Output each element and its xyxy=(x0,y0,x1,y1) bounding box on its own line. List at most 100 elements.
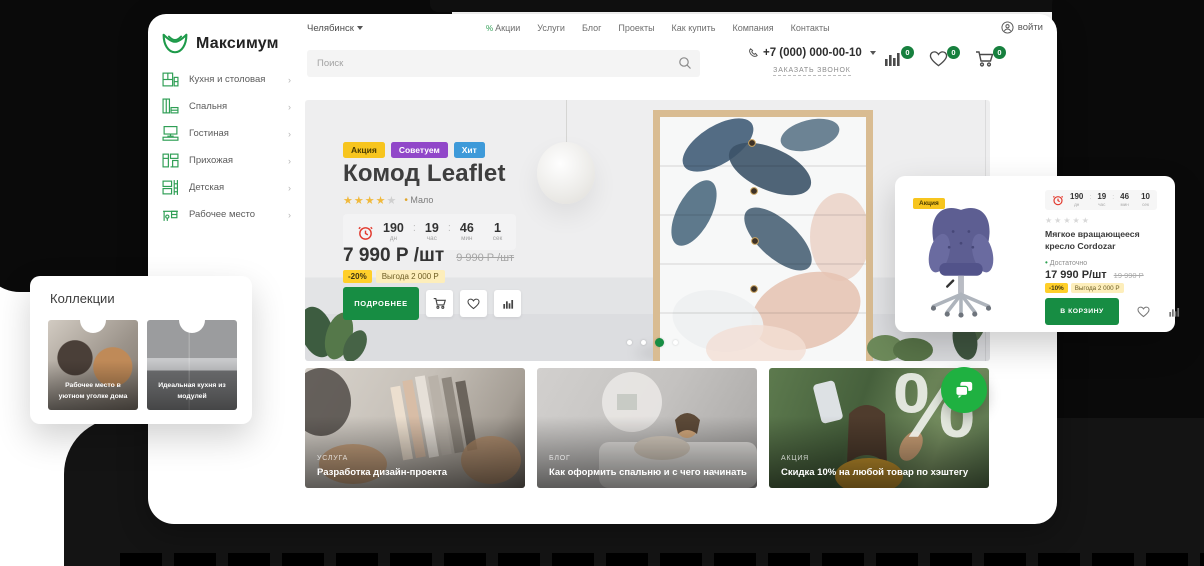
hero-slider: Акция Советуем Хит Комод Leaflet ★★★★★ •… xyxy=(305,100,990,361)
cart-count-badge: 0 xyxy=(993,46,1006,59)
product-popup-card[interactable]: Акция 190дн : 19час : 46мин xyxy=(895,176,1175,332)
nav-item-contacts[interactable]: Контакты xyxy=(791,23,830,33)
header-actions: 0 0 0 xyxy=(883,50,997,72)
favorite-button[interactable] xyxy=(460,290,487,317)
nav-item-company[interactable]: Компания xyxy=(732,23,773,33)
background-blob xyxy=(430,0,1080,12)
discount-chip: -20% xyxy=(343,270,372,283)
discount-chip: -10% xyxy=(1045,283,1068,293)
search-icon[interactable] xyxy=(678,56,692,70)
current-price: 17 990 Р/шт xyxy=(1045,269,1107,281)
sidebar-item-workspace[interactable]: Рабочее место › xyxy=(148,201,305,228)
nav-item-services[interactable]: Услуги xyxy=(537,23,565,33)
search-bar xyxy=(307,50,700,77)
compare-icon xyxy=(502,298,514,310)
compare-button[interactable]: 0 xyxy=(883,50,905,72)
alarm-clock-icon xyxy=(1052,194,1064,206)
favorites-button[interactable]: 0 xyxy=(929,50,951,72)
sidebar-item-kids[interactable]: Детская › xyxy=(148,174,305,201)
nav-item-blog[interactable]: Блог xyxy=(582,23,601,33)
badge-recommended: Советуем xyxy=(391,142,448,158)
phone-block: +7 (000) 000-00-10 заказать звонок xyxy=(748,47,876,77)
nav-item-how-to-buy[interactable]: Как купить xyxy=(672,23,716,33)
heart-icon xyxy=(929,50,948,68)
callback-link[interactable]: заказать звонок xyxy=(773,67,850,76)
hero-buttons: Подробнее xyxy=(343,287,521,320)
add-to-cart-button[interactable] xyxy=(426,290,453,317)
brand-logo-icon xyxy=(161,31,189,56)
chat-widget-button[interactable] xyxy=(941,367,987,413)
sidebar-item-kitchen[interactable]: Кухня и столовая › xyxy=(148,66,305,93)
heart-icon xyxy=(467,298,480,310)
product-image-chair xyxy=(909,202,1013,320)
favorite-button[interactable] xyxy=(1137,306,1150,318)
star-rating-icon: ★★★★★ xyxy=(343,194,397,207)
sidebar-item-livingroom[interactable]: Гостиная › xyxy=(148,120,305,147)
old-price: 9 990 Р /шт xyxy=(456,252,514,264)
brand-logo[interactable]: Максимум xyxy=(161,31,279,56)
chevron-down-icon xyxy=(870,51,876,55)
benefit-chip: Выгода 2 000 Р xyxy=(376,270,445,283)
hero-product-title: Комод Leaflet xyxy=(343,160,506,188)
cart-icon xyxy=(975,50,995,68)
nav-item-sales[interactable]: %Акции xyxy=(486,23,520,33)
collection-tile-workspace[interactable]: Рабочее место в уютном уголке дома xyxy=(48,320,138,410)
slider-dot[interactable] xyxy=(627,340,632,345)
chevron-right-icon: › xyxy=(288,183,291,193)
slider-dot[interactable] xyxy=(673,340,678,345)
chevron-down-icon xyxy=(357,26,363,30)
compare-button[interactable] xyxy=(494,290,521,317)
promo-card-design-project[interactable]: УСЛУГА Разработка дизайн-проекта xyxy=(305,368,525,488)
heart-icon xyxy=(1137,306,1150,318)
collection-caption: Идеальная кухня из модулей xyxy=(151,381,233,403)
collection-caption: Рабочее место в уютном уголке дома xyxy=(52,381,134,403)
chevron-right-icon: › xyxy=(288,210,291,220)
tile-notch xyxy=(179,320,205,333)
user-icon xyxy=(1001,21,1014,34)
hero-product-image xyxy=(653,110,873,361)
promo-title: Скидка 10% на любой товар по хэштегу xyxy=(781,467,981,478)
product-discount-chips: -10% Выгода 2 000 Р xyxy=(1045,283,1124,293)
compare-button[interactable] xyxy=(1168,306,1180,318)
sidebar-item-bedroom[interactable]: Спальня › xyxy=(148,93,305,120)
lamp-decor xyxy=(537,142,595,204)
tile-notch xyxy=(80,320,106,333)
chevron-right-icon: › xyxy=(288,129,291,139)
cart-button[interactable]: 0 xyxy=(975,50,997,72)
promo-tag: АКЦИЯ xyxy=(781,455,809,462)
hero-discount-chips: -20% Выгода 2 000 Р xyxy=(343,270,445,283)
promo-title: Как оформить спальню и с чего начинать xyxy=(549,467,749,478)
countdown-timer: 190дн : 19час : 46мин 10сек xyxy=(1045,190,1157,210)
add-to-cart-button[interactable]: В корзину xyxy=(1045,298,1119,325)
lamp-cord xyxy=(566,100,567,144)
old-price: 19 990 Р xyxy=(1114,271,1144,280)
search-input[interactable] xyxy=(307,50,700,77)
city-selector[interactable]: Челябинск xyxy=(307,23,363,34)
compare-icon xyxy=(883,50,901,68)
product-title[interactable]: Мягкое вращающееся кресло Cordozar xyxy=(1045,228,1167,252)
chat-icon xyxy=(953,380,975,400)
compare-icon xyxy=(1168,306,1180,318)
phone-number[interactable]: +7 (000) 000-00-10 xyxy=(763,47,862,59)
current-price: 7 990 Р /шт xyxy=(343,245,444,267)
chevron-right-icon: › xyxy=(288,75,291,85)
cart-icon xyxy=(433,297,447,310)
promo-card-blog-bedroom[interactable]: БЛОГ Как оформить спальню и с чего начин… xyxy=(537,368,757,488)
compare-count-badge: 0 xyxy=(901,46,914,59)
stock-dot-icon: • xyxy=(404,195,408,206)
nav-item-projects[interactable]: Проекты xyxy=(618,23,654,33)
phone-icon xyxy=(748,48,758,58)
sidebar-item-hallway[interactable]: Прихожая › xyxy=(148,147,305,174)
login-button[interactable]: войти xyxy=(1001,21,1043,34)
hero-price-row: 7 990 Р /шт 9 990 Р /шт xyxy=(343,245,514,267)
kitchen-icon xyxy=(162,71,179,88)
stock-dot-icon: • xyxy=(1045,258,1048,267)
details-button[interactable]: Подробнее xyxy=(343,287,419,320)
collections-popup: Коллекции Рабочее место в уютном уголке … xyxy=(30,276,252,424)
promo-title: Разработка дизайн-проекта xyxy=(317,467,517,478)
promo-tag: БЛОГ xyxy=(549,455,571,462)
slider-dot-active[interactable] xyxy=(655,338,664,347)
alarm-clock-icon xyxy=(357,224,374,241)
slider-dot[interactable] xyxy=(641,340,646,345)
collection-tile-kitchen[interactable]: Идеальная кухня из модулей xyxy=(147,320,237,410)
